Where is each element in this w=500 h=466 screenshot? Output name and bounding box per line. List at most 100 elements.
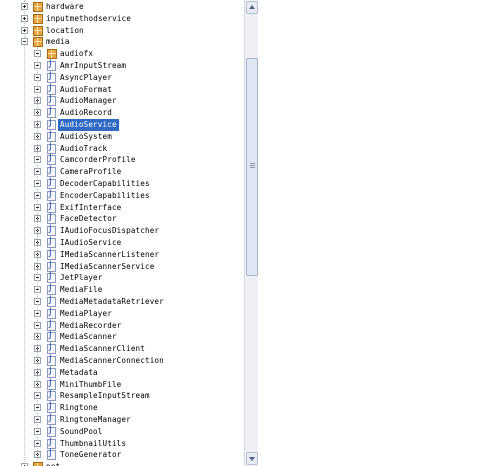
java-class-letter: J [49,59,52,69]
tree-item-label: ThumbnailUtils [60,438,127,448]
tree-item-label: AsyncPlayer [60,72,112,82]
tree-item-label: MiniThumbFile [60,379,122,389]
tree-item-label: inputmethodservice [46,13,131,23]
java-class-letter: J [49,413,52,423]
expand-toggle-icon[interactable] [21,14,28,22]
tree-item-label: Metadata [60,367,98,377]
java-class-letter: J [49,70,52,81]
java-class-icon: J [47,424,56,437]
java-class-icon: J [47,165,56,178]
tree-item-label: ToneGenerator [60,450,122,460]
java-class-icon: J [47,247,56,260]
tree-item-package[interactable]: net [0,461,244,466]
tree-item-label: AudioRecord [60,108,112,118]
tree-guide-line [37,47,38,462]
java-class-letter: J [49,424,52,435]
java-class-letter: J [49,212,52,223]
java-class-icon: J [47,365,56,378]
java-class-icon: J [47,201,56,213]
java-class-letter: J [49,283,52,294]
tree-item-label: hardware [46,2,84,11]
java-class-icon: J [47,354,56,366]
java-class-letter: J [49,236,52,246]
java-class-letter: J [49,118,52,128]
java-class-letter: J [49,247,52,258]
java-class-icon: J [47,94,56,107]
java-class-icon: J [47,319,56,331]
collapse-toggle-icon[interactable] [21,38,28,46]
java-class-icon: J [47,82,56,95]
java-class-icon: J [47,436,56,449]
grip-line [250,163,255,164]
arrow-down-icon [249,457,255,461]
vertical-scrollbar[interactable] [244,0,258,466]
java-class-letter: J [49,153,52,164]
package-icon [33,25,43,36]
java-class-letter: J [49,354,52,364]
tree-item-package[interactable]: hardware [0,1,244,13]
tree-item-label: IAudioService [60,238,122,247]
tree-item-label: audiofx [60,49,94,59]
tree-item-label: location [46,25,84,35]
tree-item-label: SoundPool [60,426,103,436]
package-icon [33,37,43,48]
tree-item-label: ResampleInputStream [60,391,150,401]
java-class-letter: J [49,295,52,305]
tree-item-label: MediaScannerConnection [60,356,164,365]
java-class-icon: J [47,378,56,390]
java-class-letter: J [49,342,52,353]
java-class-letter: J [49,448,52,459]
java-class-icon: J [47,142,56,154]
tree-item-label: CameraProfile [60,167,122,177]
tree-item-label: EncoderCapabilities [60,190,150,200]
tree-item-label: MediaRecorder [60,320,122,330]
java-class-icon: J [47,224,56,237]
java-class-letter: J [49,94,52,105]
tree-item-label: MediaMetadataRetriever [60,297,164,306]
java-class-letter: J [49,82,52,93]
expand-toggle-icon[interactable] [21,3,28,10]
java-class-icon: J [47,413,56,425]
expand-toggle-icon[interactable] [21,26,28,34]
java-class-letter: J [49,389,52,400]
tree-item-label: AudioSystem [60,131,112,141]
tree-item-label: AudioService [57,118,120,132]
package-icon [47,49,57,60]
java-class-icon: J [47,401,56,414]
tree-item-label: media [46,37,70,47]
scroll-up-button[interactable] [246,1,258,14]
tree-item-package[interactable]: inputmethodservice [0,13,244,25]
scroll-thumb[interactable] [246,58,258,276]
package-explorer-tree: hardware inputmethodservice location media a… [0,0,244,466]
tree-item-label: JetPlayer [60,273,103,283]
java-class-icon: J [47,295,56,307]
java-class-letter: J [49,436,52,447]
tree-item-label: MediaScannerClient [60,344,145,354]
java-class-icon: J [47,306,56,319]
java-class-letter: J [49,365,52,376]
java-class-letter: J [49,188,52,199]
scroll-down-button[interactable] [246,452,258,465]
package-icon [33,462,43,466]
tree-item-package[interactable]: location [0,25,244,37]
java-class-letter: J [49,306,52,317]
java-class-letter: J [49,129,52,140]
java-class-icon: J [47,129,56,142]
grip-line [250,167,255,168]
java-class-icon: J [47,177,56,189]
java-class-icon: J [47,188,56,201]
java-class-letter: J [49,401,52,412]
java-class-letter: J [49,224,52,235]
java-class-letter: J [49,259,52,270]
java-class-icon: J [47,59,56,71]
tree-item-label: net [46,461,60,466]
java-class-icon: J [47,342,56,355]
java-class-icon: J [47,448,56,461]
tree-item-label: AudioFormat [60,84,112,94]
tree-item-label: AmrInputStream [60,61,127,70]
tree-item-label: MediaPlayer [60,308,112,318]
java-class-letter: J [49,177,52,187]
tree-item-label: FaceDetector [60,214,117,224]
package-icon [33,2,43,12]
tree-item-label: IMediaScannerService [60,261,155,271]
